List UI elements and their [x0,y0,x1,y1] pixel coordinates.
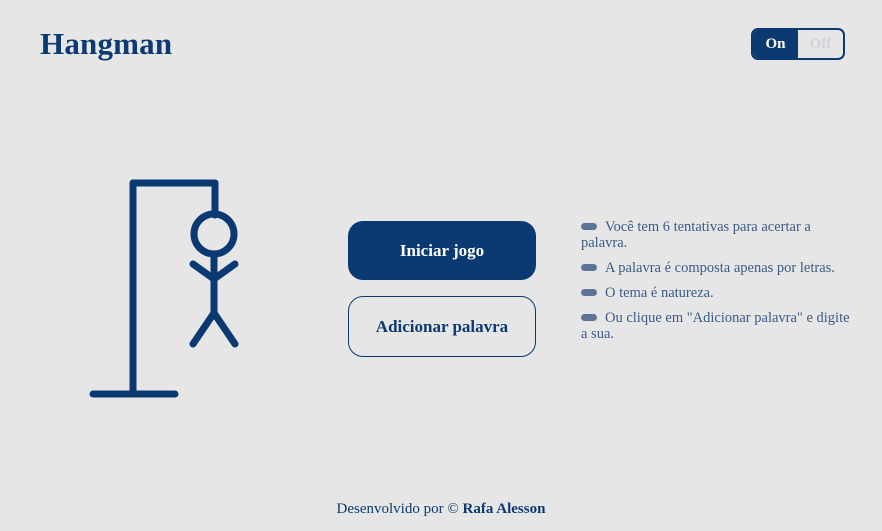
rule-text: O tema é natureza. [605,285,714,301]
start-game-button[interactable]: Iniciar jogo [348,221,536,280]
footer: Desenvolvido por © Rafa Alesson [0,501,882,518]
rule-text: Você tem 6 tentativas para acertar a pal… [581,219,811,251]
add-word-button[interactable]: Adicionar palavra [348,296,536,357]
figure-right-leg [210,309,239,348]
rules-list: Você tem 6 tentativas para acertar a pal… [581,219,851,351]
rule-item: O tema é natureza. [581,285,851,301]
bullet-icon [581,223,597,230]
figure-head [190,210,238,258]
rule-item: Ou clique em "Adicionar palavra" e digit… [581,310,851,342]
hangman-gallows-illustration [89,179,239,398]
bullet-icon [581,289,597,296]
footer-prefix: Desenvolvido por [336,501,444,517]
bullet-icon [581,264,597,271]
rule-text: Ou clique em "Adicionar palavra" e digit… [581,310,850,342]
figure-left-leg [189,309,218,348]
copyright-symbol: © [447,501,459,517]
toggle-off-option[interactable]: Off [798,30,843,58]
rule-item: A palavra é composta apenas por letras. [581,260,851,276]
theme-toggle[interactable]: On Off [751,28,845,60]
rule-item: Você tem 6 tentativas para acertar a pal… [581,219,851,251]
rule-text: A palavra é composta apenas por letras. [605,260,835,276]
page: Hangman On Off Iniciar jogo Adicionar pa… [0,0,882,531]
footer-author: Rafa Alesson [462,501,546,517]
page-title: Hangman [40,26,173,61]
toggle-on-option[interactable]: On [753,30,798,58]
bullet-icon [581,314,597,321]
